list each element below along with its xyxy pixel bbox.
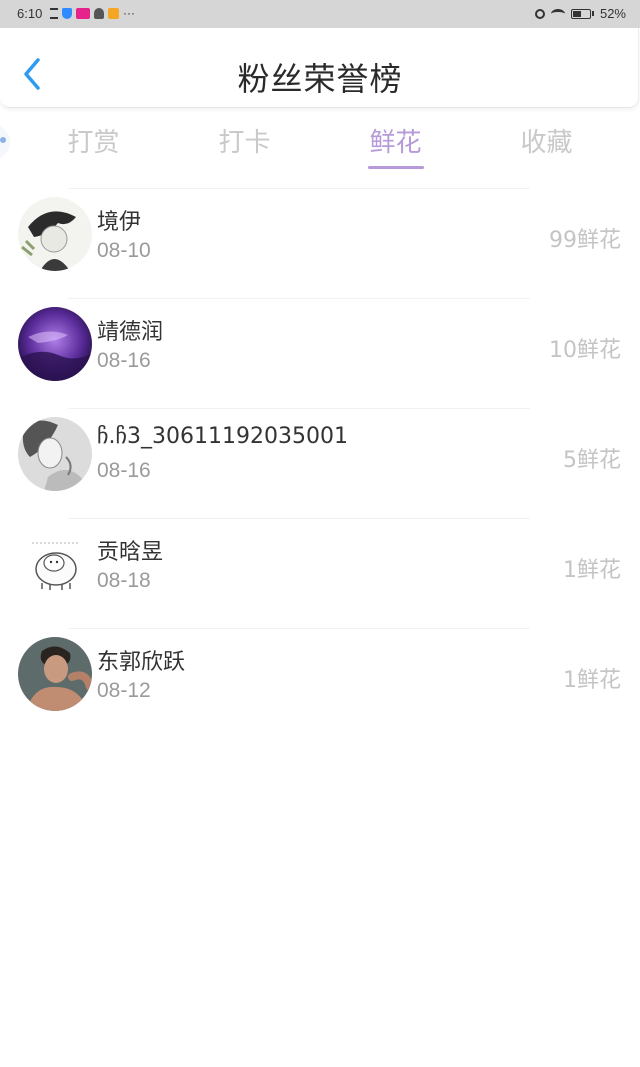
status-time: 6:10 [17, 6, 43, 21]
alarm-icon [534, 8, 545, 19]
fan-date: 08-16 [97, 349, 151, 372]
tab-label: 打赏 [67, 128, 120, 158]
notification-icons: ··· [50, 6, 135, 20]
fan-name: 境伊 [97, 210, 142, 235]
gift-count: 99鲜花 [549, 228, 621, 253]
list-item[interactable]: 靖德润 08-16 10鲜花 [0, 298, 640, 408]
floating-handle[interactable] [0, 124, 10, 160]
system-icons: 52% [534, 6, 626, 21]
fan-date: 08-10 [97, 239, 151, 262]
tab-flowers[interactable]: 鲜花 [320, 112, 471, 174]
header: 粉丝荣誉榜 [0, 28, 639, 108]
list-item[interactable]: ჩ.ჩ3_30611192035001 08-16 5鲜花 [0, 408, 640, 518]
divider [68, 518, 530, 519]
tab-bar: 打赏 打卡 鲜花 收藏 [18, 112, 622, 174]
divider [68, 628, 530, 629]
fan-list: 境伊 08-10 99鲜花 靖德润 08-16 10鲜花 ჩ.ჩ3_306111… [0, 188, 640, 738]
status-bar: 6:10 ··· 52% [0, 0, 640, 28]
page-title: 粉丝荣誉榜 [237, 60, 403, 98]
tab-favorites[interactable]: 收藏 [471, 112, 622, 174]
divider [68, 298, 530, 299]
fan-name: 靖德润 [97, 320, 164, 345]
tab-reward[interactable]: 打赏 [18, 112, 169, 174]
tab-label: 收藏 [520, 128, 573, 158]
avatar-man-photo [18, 637, 92, 711]
avatar-girl-sketch [18, 197, 92, 271]
battery-icon [570, 8, 591, 19]
fan-name: 贡晗昱 [97, 540, 164, 565]
active-tab-indicator [367, 166, 424, 169]
battery-percent: 52% [599, 6, 626, 21]
fan-name: 东郭欣跃 [97, 650, 186, 675]
divider [68, 408, 530, 409]
avatar-cartoon-sheep [18, 527, 92, 601]
gift-count: 5鲜花 [563, 448, 621, 473]
tab-checkin[interactable]: 打卡 [169, 112, 320, 174]
list-item[interactable]: 贡晗昱 08-18 1鲜花 [0, 518, 640, 628]
hourglass-icon [50, 7, 58, 19]
fan-name: ჩ.ჩ3_30611192035001 [97, 424, 348, 449]
bell-icon [94, 7, 104, 19]
tab-label: 鲜花 [369, 128, 422, 158]
avatar-purple-sky [18, 307, 92, 381]
avatar[interactable] [18, 637, 92, 711]
avatar[interactable] [18, 307, 92, 381]
shield-icon [62, 7, 72, 19]
app-notification-icon [76, 7, 90, 19]
fan-date: 08-16 [97, 459, 151, 482]
tab-label: 打卡 [218, 128, 271, 158]
avatar[interactable] [18, 527, 92, 601]
fan-date: 08-12 [97, 679, 151, 702]
list-item[interactable]: 东郭欣跃 08-12 1鲜花 [0, 628, 640, 738]
gift-count: 10鲜花 [549, 338, 621, 363]
more-notifications-icon: ··· [123, 6, 135, 20]
battery-tip [591, 11, 594, 16]
avatar-grey-portrait [18, 417, 92, 491]
fan-date: 08-18 [97, 569, 151, 592]
wifi-icon [550, 8, 565, 19]
avatar[interactable] [18, 197, 92, 271]
list-item[interactable]: 境伊 08-10 99鲜花 [0, 188, 640, 298]
avatar[interactable] [18, 417, 92, 491]
gift-count: 1鲜花 [563, 558, 621, 583]
play-icon [108, 7, 119, 19]
divider [68, 188, 530, 189]
gift-count: 1鲜花 [563, 668, 621, 693]
